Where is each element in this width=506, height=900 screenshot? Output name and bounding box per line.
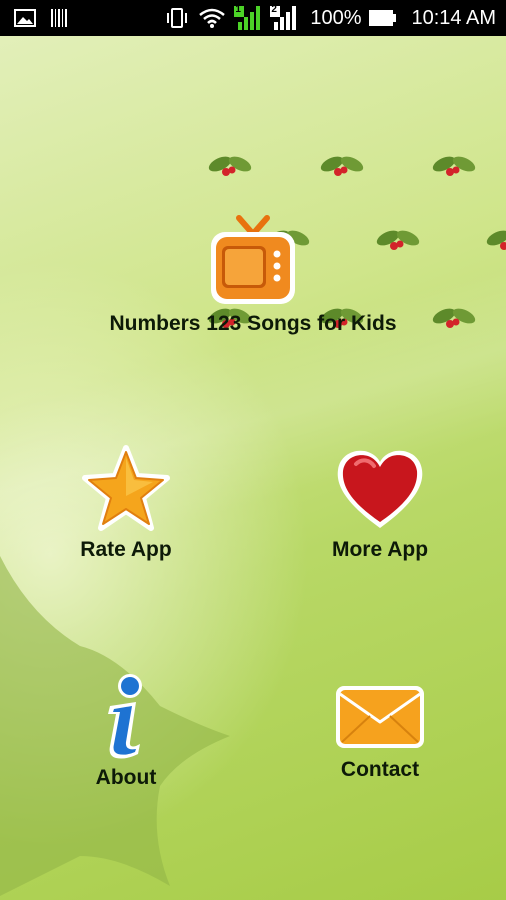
barcode-icon [50,8,68,28]
sim1-label: 1 [235,4,241,15]
info-icon [108,674,142,759]
more-app-button[interactable]: More App [308,444,452,562]
clock: 10:14 AM [411,6,496,29]
about-label: About [95,766,157,789]
heart-icon [337,450,423,528]
holly-icon [486,230,506,250]
star-icon [82,445,170,531]
rate-app-label: Rate App [80,538,172,561]
tv-icon [211,215,295,304]
status-bar: 1 2 100% 10:14 AM [0,0,506,36]
image-icon [14,9,36,27]
holly-icon [432,156,476,176]
signal-sim2-icon: 2 [270,4,298,30]
holly-icon [320,156,364,176]
battery-percent: 100% [310,6,362,29]
envelope-icon [336,686,424,748]
battery-icon [369,9,397,27]
app-screen: Numbers 123 Songs for Kids Rate App More… [0,36,506,900]
contact-button[interactable]: Contact [318,682,442,782]
more-app-label: More App [331,538,429,561]
vibrate-icon [164,7,190,29]
songs-button-label: Numbers 123 Songs for Kids [109,312,397,335]
signal-sim1-icon: 1 [234,4,262,30]
contact-label: Contact [340,758,420,781]
sim2-label: 2 [271,4,277,15]
songs-button[interactable]: Numbers 123 Songs for Kids [60,214,446,336]
rate-app-button[interactable]: Rate App [56,444,196,562]
holly-icon [208,156,252,176]
about-button[interactable]: About [66,672,186,790]
wifi-icon [198,7,226,29]
